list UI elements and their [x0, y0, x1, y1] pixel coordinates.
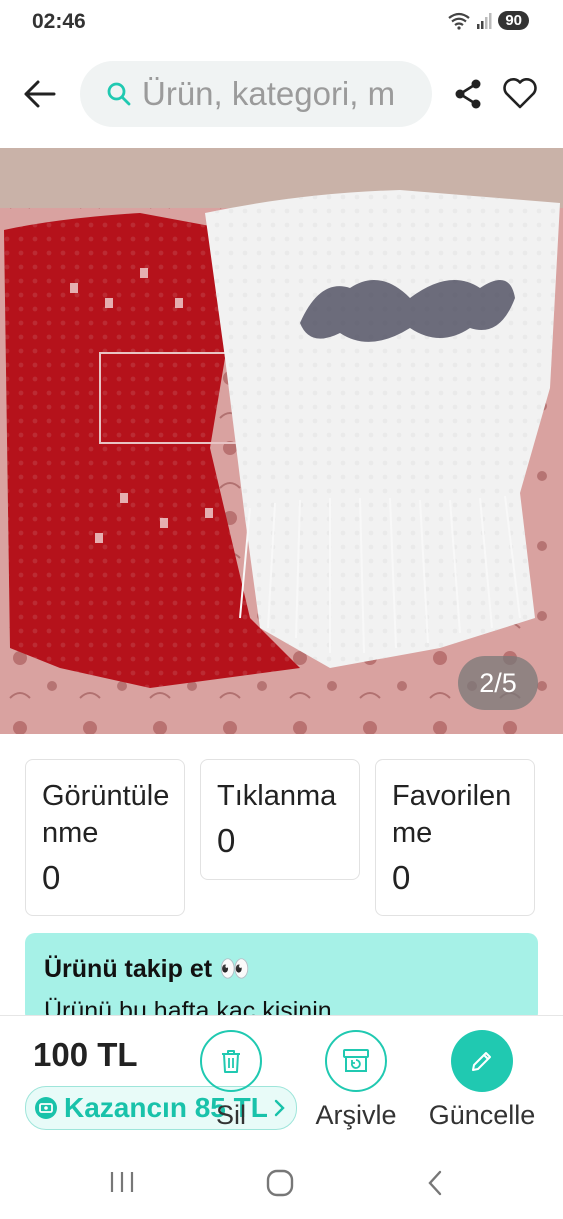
search-bar[interactable] [80, 61, 432, 127]
archive-button[interactable]: Arşivle [306, 1030, 406, 1131]
status-time: 02:46 [32, 10, 86, 33]
stat-value-favorites: 0 [392, 859, 411, 896]
heart-icon [503, 78, 537, 109]
chevron-right-icon [274, 1099, 285, 1117]
photo-counter: 2/5 [458, 656, 538, 710]
back-button[interactable] [20, 74, 60, 114]
stat-card-views: Görüntülenme 0 [25, 759, 185, 916]
update-circle [451, 1030, 513, 1092]
update-button[interactable]: Güncelle [420, 1030, 544, 1131]
stat-card-clicks: Tıklanma 0 [200, 759, 360, 880]
stat-value-views: 0 [42, 859, 61, 896]
update-label: Güncelle [428, 1100, 536, 1130]
system-nav-bar [0, 1145, 563, 1219]
delete-label: Sil [215, 1100, 246, 1130]
bottom-action-bar: 100 TL Kazancın 85 TL Sil Arşivle Güncel… [0, 1015, 563, 1146]
archive-circle [325, 1030, 387, 1092]
home-icon [266, 1169, 294, 1197]
status-icons: 90 [448, 11, 529, 30]
system-back-button[interactable] [424, 1167, 448, 1199]
delete-circle [200, 1030, 262, 1092]
search-icon [107, 82, 131, 106]
stat-label-views: Görüntülenme [42, 780, 170, 849]
stat-value-clicks: 0 [217, 822, 236, 859]
favorite-button[interactable] [502, 76, 538, 115]
stat-card-favorites: Favorilenme 0 [375, 759, 535, 916]
follow-title: Ürünü takip et 👀 [44, 955, 251, 983]
pencil-icon [472, 1052, 491, 1071]
stat-label-favorites: Favorilenme [392, 780, 512, 849]
price: 100 TL [33, 1036, 138, 1073]
status-bar: 02:46 90 [0, 0, 563, 46]
back-arrow-icon [24, 80, 56, 108]
signal-icon [477, 12, 492, 29]
recent-apps-button[interactable] [104, 1167, 140, 1197]
stat-label-clicks: Tıklanma [217, 780, 337, 812]
archive-icon [343, 1049, 369, 1072]
product-image [0, 148, 563, 734]
system-back-icon [428, 1170, 442, 1196]
money-icon [35, 1097, 57, 1119]
trash-icon [222, 1050, 240, 1073]
share-icon [455, 79, 481, 109]
top-bar [0, 58, 563, 130]
recent-apps-icon [110, 1172, 134, 1192]
share-button[interactable] [452, 78, 484, 115]
delete-button[interactable]: Sil [199, 1030, 263, 1131]
wifi-icon [448, 12, 470, 30]
archive-label: Arşivle [315, 1100, 397, 1130]
product-photo[interactable]: 2/5 [0, 148, 563, 734]
search-input[interactable] [142, 61, 432, 127]
follow-product-card[interactable]: Ürünü takip et 👀 Ürünü bu hafta kaç kişi… [25, 933, 538, 1023]
battery-badge: 90 [498, 11, 529, 30]
home-button[interactable] [264, 1167, 296, 1199]
